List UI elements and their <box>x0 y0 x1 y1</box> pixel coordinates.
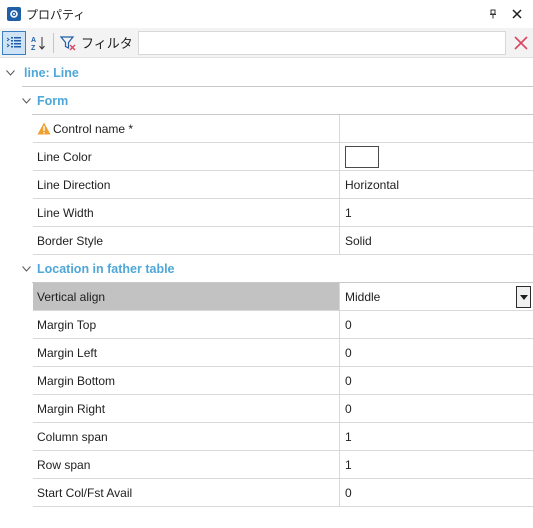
property-value-field[interactable]: 1 <box>340 199 533 227</box>
property-name: Row span <box>33 451 340 479</box>
dropdown-arrow-icon[interactable] <box>516 286 531 308</box>
property-value-field[interactable]: 0 <box>340 479 533 507</box>
property-value: Horizontal <box>345 177 400 192</box>
property-label: Start Col/Fst Avail <box>37 485 133 500</box>
property-value-field[interactable] <box>340 115 533 143</box>
property-value: 1 <box>345 457 352 472</box>
property-value: 0 <box>345 373 352 388</box>
property-value-field[interactable]: 0 <box>340 311 533 339</box>
property-value-field[interactable]: 0 <box>340 395 533 423</box>
property-toolbar: A Z フィルタ <box>0 28 533 58</box>
group-title: line: Line <box>24 66 79 80</box>
property-name: Border Style <box>33 227 340 255</box>
categorized-view-icon[interactable] <box>2 30 26 55</box>
property-name: Margin Right <box>33 395 340 423</box>
panel-title-bar: プロパティ <box>0 0 533 28</box>
property-label: Row span <box>37 457 91 472</box>
property-row-margin-top[interactable]: Margin Top 0 <box>0 311 533 339</box>
property-row-column-span[interactable]: Column span 1 <box>0 423 533 451</box>
property-value-field[interactable]: 0 <box>340 339 533 367</box>
svg-text:Z: Z <box>31 45 36 51</box>
toolbar-separator <box>53 32 54 53</box>
group-title: Location in father table <box>37 262 175 276</box>
alphabetical-sort-icon[interactable]: A Z <box>28 31 50 55</box>
chevron-down-icon[interactable] <box>21 96 31 106</box>
property-row-line-color[interactable]: Line Color <box>0 143 533 171</box>
property-value-field[interactable]: 1 <box>340 423 533 451</box>
property-name: Margin Top <box>33 311 340 339</box>
color-swatch[interactable] <box>345 145 379 168</box>
property-name: Line Width <box>33 199 340 227</box>
property-value: Solid <box>345 233 372 248</box>
property-value: 0 <box>345 345 352 360</box>
filter-icon[interactable] <box>57 31 79 55</box>
property-label: Border Style <box>37 233 104 248</box>
property-row-vertical-align[interactable]: Vertical align Middle <box>0 283 533 311</box>
property-label: Line Width <box>37 205 94 220</box>
property-value-field[interactable] <box>340 143 533 171</box>
filter-input[interactable] <box>137 30 506 55</box>
property-value-field[interactable]: Middle <box>340 283 533 311</box>
property-value-field[interactable]: 0 <box>340 367 533 395</box>
property-value: Middle <box>345 289 381 304</box>
chevron-down-icon[interactable] <box>21 264 31 274</box>
property-label: Line Direction <box>37 177 111 192</box>
property-row-line-width[interactable]: Line Width 1 <box>0 199 533 227</box>
svg-text:A: A <box>31 37 36 44</box>
property-label: Margin Left <box>37 345 98 360</box>
property-label: Margin Top <box>37 317 97 332</box>
close-icon[interactable] <box>508 5 526 23</box>
chevron-down-icon[interactable] <box>5 68 15 78</box>
group-header-location[interactable]: Location in father table <box>0 255 533 283</box>
filter-label: フィルタ <box>81 36 133 51</box>
warning-icon <box>37 122 51 135</box>
property-name: Line Color <box>33 143 340 171</box>
property-name: Start Col/Fst Avail <box>33 479 340 507</box>
property-value: 0 <box>345 401 352 416</box>
group-title: Form <box>37 94 69 108</box>
property-grid: line: Line Form Control name * Line Colo… <box>0 59 533 507</box>
property-row-margin-right[interactable]: Margin Right 0 <box>0 395 533 423</box>
clear-filter-icon[interactable] <box>510 31 532 55</box>
property-label: Vertical align <box>37 289 106 304</box>
pin-icon[interactable] <box>484 5 502 23</box>
property-value: 1 <box>345 429 352 444</box>
property-name: Margin Bottom <box>33 367 340 395</box>
property-row-margin-left[interactable]: Margin Left 0 <box>0 339 533 367</box>
property-label: Column span <box>37 429 108 444</box>
property-row-start-col[interactable]: Start Col/Fst Avail 0 <box>0 479 533 507</box>
property-row-border-style[interactable]: Border Style Solid <box>0 227 533 255</box>
property-label: Margin Right <box>37 401 106 416</box>
property-value-field[interactable]: Horizontal <box>340 171 533 199</box>
property-row-margin-bottom[interactable]: Margin Bottom 0 <box>0 367 533 395</box>
group-header-line[interactable]: line: Line <box>0 59 533 87</box>
property-value-field[interactable]: 1 <box>340 451 533 479</box>
property-label: Line Color <box>37 149 92 164</box>
property-row-line-direction[interactable]: Line Direction Horizontal <box>0 171 533 199</box>
property-row-control-name[interactable]: Control name * <box>0 115 533 143</box>
group-header-form[interactable]: Form <box>0 87 533 115</box>
property-name: Vertical align <box>33 283 340 311</box>
property-name: Control name * <box>33 115 340 143</box>
property-name: Margin Left <box>33 339 340 367</box>
property-value: 0 <box>345 485 352 500</box>
property-label: Control name * <box>53 121 134 136</box>
property-label: Margin Bottom <box>37 373 116 388</box>
property-row-row-span[interactable]: Row span 1 <box>0 451 533 479</box>
panel-title: プロパティ <box>26 7 86 22</box>
property-name: Line Direction <box>33 171 340 199</box>
properties-gear-icon <box>7 7 21 21</box>
property-name: Column span <box>33 423 340 451</box>
property-value: 1 <box>345 205 352 220</box>
property-value-field[interactable]: Solid <box>340 227 533 255</box>
property-value: 0 <box>345 317 352 332</box>
